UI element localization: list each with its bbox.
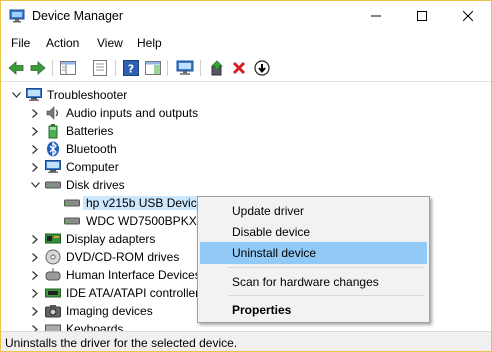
- menu-item-properties[interactable]: Properties: [200, 299, 427, 321]
- tree-item-audio[interactable]: Audio inputs and outputs: [1, 104, 491, 122]
- tree-item-batteries[interactable]: Batteries: [1, 122, 491, 140]
- menu-item-label: Uninstall device: [232, 246, 317, 260]
- menu-file[interactable]: File: [11, 36, 30, 50]
- toolbar-separator: [115, 60, 116, 76]
- forward-arrow-icon[interactable]: [29, 59, 47, 77]
- tree-item-label: Bluetooth: [66, 142, 117, 156]
- disk-drive-icon: [64, 213, 80, 229]
- tree-item-label: IDE ATA/ATAPI controller: [66, 286, 200, 300]
- speaker-icon: [45, 105, 61, 121]
- tree-item-label: WDC WD7500BPKX-7: [86, 214, 208, 228]
- dvd-drive-icon: [45, 249, 61, 265]
- tree-item-computer[interactable]: Computer: [1, 158, 491, 176]
- menu-action[interactable]: Action: [46, 36, 79, 50]
- tree-item-bluetooth[interactable]: Bluetooth: [1, 140, 491, 158]
- chevron-down-icon[interactable]: [11, 89, 21, 101]
- menu-separator: [228, 267, 424, 268]
- device-manager-window: Device Manager File Action View Help ? T…: [0, 0, 492, 352]
- chevron-right-icon[interactable]: [30, 251, 40, 263]
- close-icon: [462, 10, 474, 24]
- toolbar-separator: [52, 60, 53, 76]
- menu-view[interactable]: View: [97, 36, 123, 50]
- menu-item-label: Scan for hardware changes: [232, 275, 379, 289]
- tree-item-label: Disk drives: [66, 178, 125, 192]
- scan-hardware-icon[interactable]: [176, 59, 194, 77]
- properties-icon[interactable]: [91, 59, 109, 77]
- toolbar: ?: [1, 54, 491, 82]
- ide-controller-icon: [45, 285, 61, 301]
- menu-item-label: Update driver: [232, 204, 305, 218]
- toolbar-separator: [200, 60, 201, 76]
- menu-item-label: Properties: [232, 303, 292, 317]
- menu-item-label: Disable device: [232, 225, 311, 239]
- maximize-icon: [417, 10, 427, 24]
- title-bar[interactable]: Device Manager: [1, 1, 491, 32]
- chevron-right-icon[interactable]: [30, 161, 40, 173]
- chevron-right-icon[interactable]: [30, 323, 40, 331]
- maximize-button[interactable]: [399, 1, 445, 32]
- svg-text:?: ?: [128, 63, 134, 76]
- menu-item-update-driver[interactable]: Update driver: [200, 200, 427, 222]
- status-text: Uninstalls the driver for the selected d…: [5, 336, 238, 350]
- back-arrow-icon[interactable]: [7, 59, 25, 77]
- show-hide-tree-icon[interactable]: [59, 59, 77, 77]
- context-menu: Update driver Disable device Uninstall d…: [197, 196, 430, 323]
- keyboard-icon: [45, 321, 61, 331]
- action-pane-icon[interactable]: [144, 59, 162, 77]
- update-driver-icon[interactable]: [208, 59, 226, 77]
- hid-icon: [45, 267, 61, 283]
- window-title: Device Manager: [32, 9, 124, 23]
- chevron-right-icon[interactable]: [30, 143, 40, 155]
- help-icon[interactable]: ?: [122, 59, 140, 77]
- disable-device-icon[interactable]: [253, 59, 271, 77]
- chevron-right-icon[interactable]: [30, 269, 40, 281]
- tree-item-disk-drives[interactable]: Disk drives: [1, 176, 491, 194]
- menu-help[interactable]: Help: [137, 36, 162, 50]
- chevron-down-icon[interactable]: [30, 179, 40, 191]
- disk-drive-icon: [64, 195, 80, 211]
- display-adapter-icon: [45, 231, 61, 247]
- tree-item-label: Keyboards: [66, 322, 124, 331]
- menu-item-disable-device[interactable]: Disable device: [200, 221, 427, 243]
- minimize-icon: [371, 10, 381, 24]
- device-manager-app-icon: [9, 9, 25, 23]
- tree-item-label: Display adapters: [66, 232, 156, 246]
- chevron-right-icon[interactable]: [30, 107, 40, 119]
- disk-drive-icon: [45, 177, 61, 193]
- tree-item-label: Human Interface Devices: [66, 268, 201, 282]
- tree-item-label: hp v215b USB Device: [83, 196, 207, 210]
- chevron-right-icon[interactable]: [30, 287, 40, 299]
- chevron-right-icon[interactable]: [30, 125, 40, 137]
- uninstall-icon[interactable]: [230, 59, 248, 77]
- toolbar-separator: [167, 60, 168, 76]
- chevron-right-icon[interactable]: [30, 305, 40, 317]
- status-bar: Uninstalls the driver for the selected d…: [1, 331, 491, 351]
- menu-separator: [228, 295, 424, 296]
- monitor-icon: [45, 159, 61, 175]
- tree-item-label: Audio inputs and outputs: [66, 106, 199, 120]
- close-button[interactable]: [445, 1, 491, 32]
- tree-item-label: DVD/CD-ROM drives: [66, 250, 180, 264]
- menu-item-scan-hardware[interactable]: Scan for hardware changes: [200, 271, 427, 293]
- tree-item-label: Batteries: [66, 124, 114, 138]
- battery-icon: [45, 123, 61, 139]
- bluetooth-icon: [45, 141, 61, 157]
- computer-icon: [26, 87, 42, 103]
- tree-root-label: Troubleshooter: [47, 88, 128, 102]
- tree-item-label: Computer: [66, 160, 119, 174]
- camera-icon: [45, 303, 61, 319]
- tree-item-label: Imaging devices: [66, 304, 153, 318]
- tree-root-row[interactable]: Troubleshooter: [1, 86, 491, 104]
- chevron-right-icon[interactable]: [30, 233, 40, 245]
- menu-bar: File Action View Help: [1, 32, 491, 54]
- menu-item-uninstall-device[interactable]: Uninstall device: [200, 242, 427, 264]
- minimize-button[interactable]: [353, 1, 399, 32]
